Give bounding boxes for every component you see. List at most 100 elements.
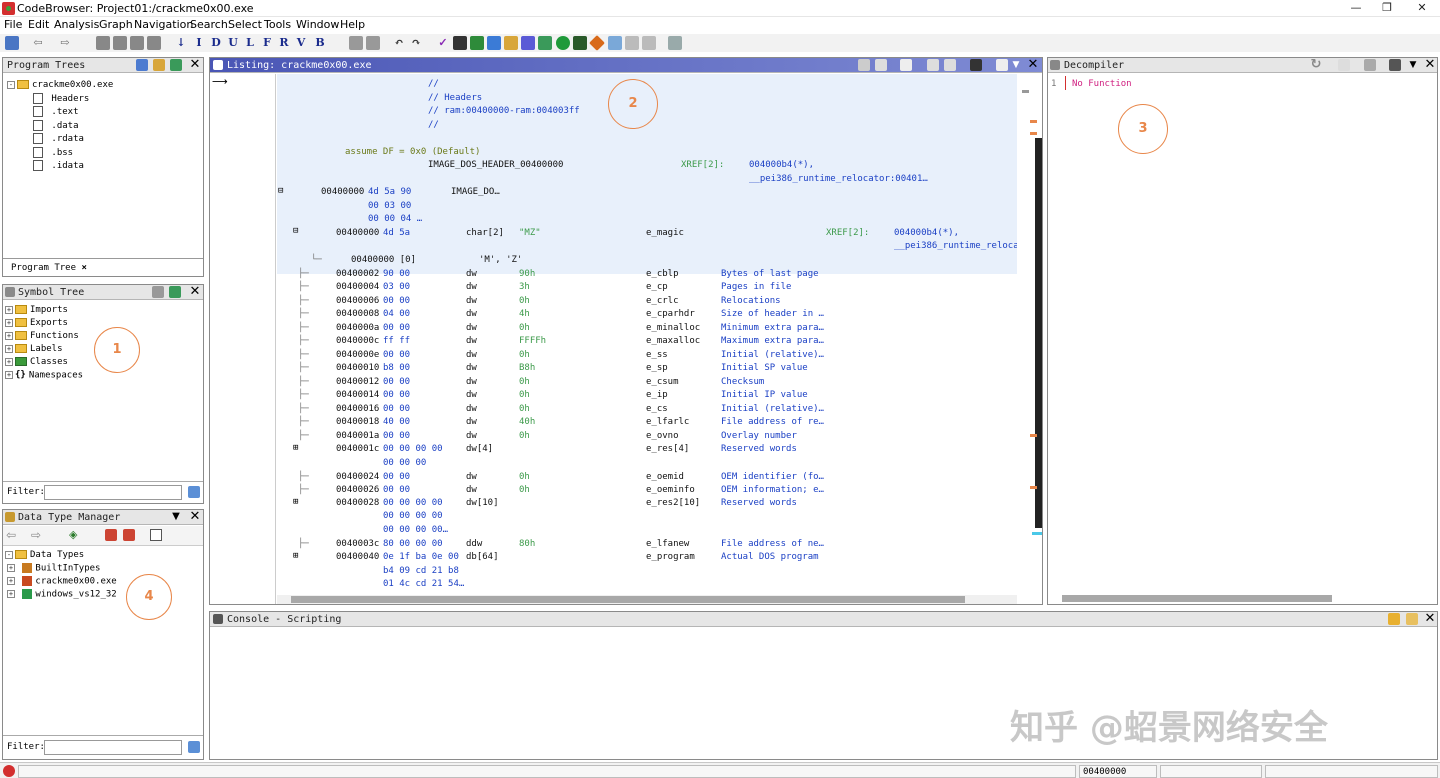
- tree-root[interactable]: - crackme0x00.exe: [7, 80, 113, 93]
- tree-item[interactable]: .idata: [33, 160, 84, 173]
- dtm-collapse-icon[interactable]: [150, 529, 162, 541]
- nav-data-icon[interactable]: [147, 36, 161, 50]
- run-icon[interactable]: [556, 36, 570, 50]
- close-console-icon[interactable]: ✕: [1424, 612, 1436, 626]
- menu-window[interactable]: Window: [296, 18, 339, 31]
- tree-item[interactable]: .text: [33, 106, 79, 119]
- nav-f-icon[interactable]: F: [260, 36, 274, 50]
- address[interactable]: 0040000e: [336, 350, 379, 360]
- memory-icon[interactable]: [470, 36, 484, 50]
- open-tree-icon[interactable]: [153, 59, 165, 71]
- tree-item[interactable]: .bss: [33, 147, 73, 160]
- listing-menu-icon[interactable]: ▼: [1010, 58, 1022, 72]
- forward-icon[interactable]: ⇨: [58, 36, 72, 50]
- overview-bar[interactable]: [1020, 74, 1042, 594]
- nav-next-icon[interactable]: [113, 36, 127, 50]
- xref-link[interactable]: __pei386_runtime_relocator:00401…: [749, 174, 928, 184]
- menu-file[interactable]: File: [4, 18, 22, 31]
- expand-res-icon[interactable]: ⊞: [293, 443, 298, 453]
- back-icon[interactable]: ⇦: [31, 36, 45, 50]
- paste-icon[interactable]: [875, 59, 887, 71]
- address[interactable]: 00400016: [336, 404, 379, 414]
- close-tab-icon[interactable]: ×: [81, 263, 86, 273]
- address[interactable]: 00400026: [336, 485, 379, 495]
- symbol-category[interactable]: + Labels: [5, 344, 63, 357]
- address[interactable]: 00400008: [336, 309, 379, 319]
- dtm-forward-icon[interactable]: ⇨: [31, 528, 41, 542]
- nav-prev-icon[interactable]: [96, 36, 110, 50]
- nav-b-icon[interactable]: B: [313, 36, 327, 50]
- dtm-menu-icon[interactable]: ▼: [170, 510, 182, 524]
- save-icon[interactable]: [5, 36, 19, 50]
- symbol-refresh-icon[interactable]: [169, 286, 181, 298]
- copy-icon[interactable]: [1338, 59, 1350, 71]
- minimize-icon[interactable]: —: [1346, 1, 1366, 14]
- nav-i-icon[interactable]: I: [192, 36, 206, 50]
- nav-u-icon[interactable]: U: [226, 36, 240, 50]
- dtm-root[interactable]: - Data Types: [5, 550, 84, 563]
- scrollbar-thumb[interactable]: [291, 596, 965, 603]
- address[interactable]: 00400010: [336, 363, 379, 373]
- nav-v-icon[interactable]: V: [294, 36, 308, 50]
- address[interactable]: 00400004: [336, 282, 379, 292]
- menu-tools[interactable]: Tools: [264, 18, 291, 31]
- dtm-filter2-icon[interactable]: [123, 529, 135, 541]
- collapse-field-icon[interactable]: ⊟: [293, 226, 298, 236]
- snapshot-icon[interactable]: [970, 59, 982, 71]
- address[interactable]: 00400000 [0]: [351, 255, 416, 265]
- collapse-struct-icon[interactable]: ⊟: [278, 186, 283, 196]
- cut-icon[interactable]: [349, 36, 363, 50]
- address[interactable]: 00400012: [336, 377, 379, 387]
- dtm-back-icon[interactable]: ⇦: [6, 528, 16, 542]
- address[interactable]: 00400040: [336, 552, 379, 562]
- nav-l-icon[interactable]: L: [243, 36, 257, 50]
- filter-options-icon[interactable]: [188, 486, 200, 498]
- cf-icon[interactable]: [487, 36, 501, 50]
- chart-icon[interactable]: [521, 36, 535, 50]
- address[interactable]: 00400018: [336, 417, 379, 427]
- format-icon[interactable]: [927, 59, 939, 71]
- xref-link[interactable]: 004000b4(*),: [749, 160, 814, 170]
- menu-help[interactable]: Help: [340, 18, 365, 31]
- download-icon[interactable]: ↓: [174, 36, 188, 50]
- export-icon[interactable]: [1364, 59, 1376, 71]
- dtm-expand-icon[interactable]: ◈: [69, 528, 77, 541]
- decompiler-scrollbar-thumb[interactable]: [1062, 595, 1332, 602]
- check-icon[interactable]: ✓: [436, 36, 450, 50]
- restore-icon[interactable]: ❐: [1377, 1, 1397, 14]
- close-program-trees-icon[interactable]: ✕: [189, 58, 201, 72]
- address[interactable]: 0040001a: [336, 431, 379, 441]
- xref-link[interactable]: 004000b4(*),: [894, 228, 959, 238]
- lock-icon[interactable]: [1388, 613, 1400, 625]
- menu-navigation[interactable]: Navigation: [134, 18, 193, 31]
- horizontal-scrollbar[interactable]: [277, 595, 1017, 604]
- close-window-icon[interactable]: ✕: [1412, 1, 1432, 14]
- snapshot-icon[interactable]: [1389, 59, 1401, 71]
- decompiler-menu-icon[interactable]: ▼: [1407, 58, 1419, 72]
- tree-item[interactable]: .rdata: [33, 133, 84, 146]
- cursor-icon[interactable]: [900, 59, 912, 71]
- close-dtm-icon[interactable]: ✕: [189, 510, 201, 524]
- address[interactable]: 0040000c: [336, 336, 379, 346]
- symbol-category[interactable]: + Imports: [5, 305, 68, 318]
- snapshot-icon[interactable]: [625, 36, 639, 50]
- dtm-item[interactable]: + windows_vs12_32: [5, 589, 117, 602]
- address[interactable]: 00400000: [336, 228, 379, 238]
- new-tree-icon[interactable]: [136, 59, 148, 71]
- undo-icon[interactable]: ↶: [392, 36, 406, 50]
- collapse-icon[interactable]: -: [7, 80, 15, 89]
- symbol-filter-input[interactable]: [44, 485, 182, 500]
- graph-icon[interactable]: [538, 36, 552, 50]
- refresh-tree-icon[interactable]: [170, 59, 182, 71]
- dtm-item[interactable]: + crackme0x00.exe: [5, 576, 117, 589]
- nav-instr-icon[interactable]: [130, 36, 144, 50]
- paste-icon[interactable]: [366, 36, 380, 50]
- debug-icon[interactable]: [642, 36, 656, 50]
- address[interactable]: 0040000a: [336, 323, 379, 333]
- address[interactable]: 00400024: [336, 472, 379, 482]
- menu-search[interactable]: Search: [190, 18, 228, 31]
- table-icon[interactable]: [608, 36, 622, 50]
- expand-program-icon[interactable]: ⊞: [293, 551, 298, 561]
- menu-edit[interactable]: Edit: [28, 18, 49, 31]
- xref-link[interactable]: __pei386_runtime_relocat: [894, 241, 1017, 251]
